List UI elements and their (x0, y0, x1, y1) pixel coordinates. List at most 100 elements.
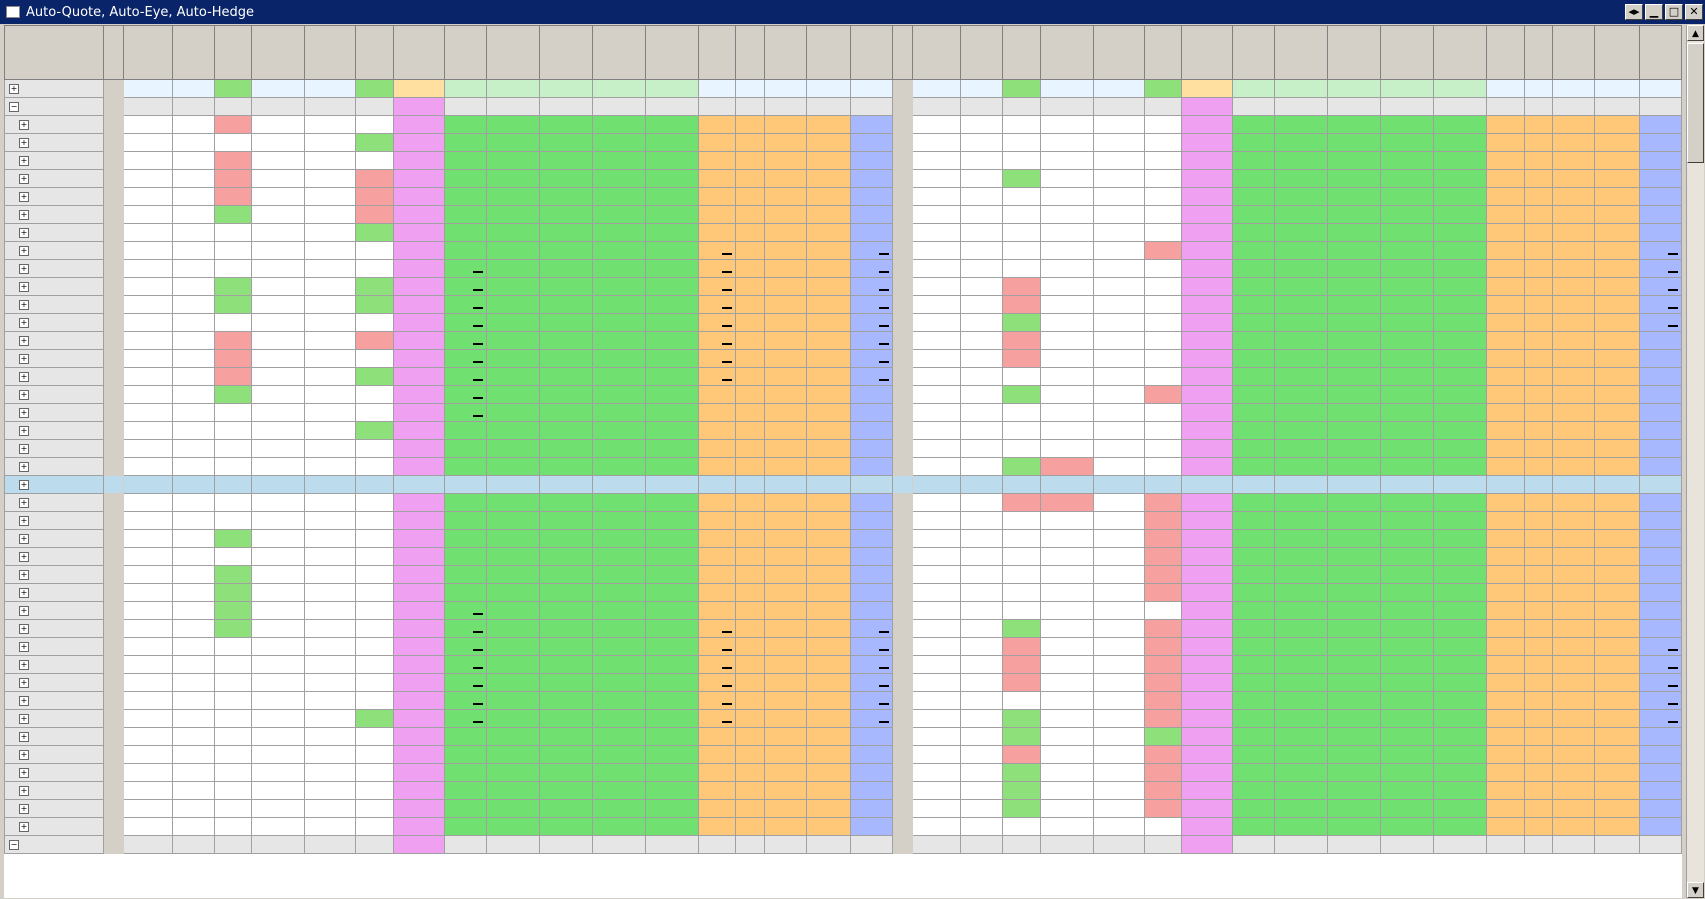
call-cell-12-flag[interactable] (722, 684, 733, 687)
put-cell-9[interactable] (1327, 817, 1382, 836)
call-cell-7-flag[interactable] (472, 360, 483, 363)
call-cell-16-flag[interactable] (879, 270, 890, 273)
put-cell-4[interactable] (1093, 601, 1145, 620)
call-cell-3[interactable] (251, 151, 306, 170)
put-cell-6[interactable] (1181, 151, 1234, 170)
call-cell-2[interactable] (213, 187, 253, 206)
call-cell-1[interactable] (171, 709, 215, 728)
call-cell-16[interactable] (850, 331, 894, 350)
call-cell-1[interactable] (171, 367, 215, 386)
call-cell-5[interactable] (355, 223, 394, 242)
put-cell-15[interactable] (1594, 439, 1640, 458)
put-cell-10[interactable] (1380, 349, 1435, 368)
call-cell-0[interactable] (123, 781, 173, 800)
call-cell-3[interactable] (251, 259, 306, 278)
put-cell-15[interactable] (1594, 511, 1640, 530)
put-cell-12[interactable] (1486, 529, 1525, 548)
call-cell-15[interactable] (805, 133, 852, 152)
call-cell-16[interactable] (850, 241, 894, 260)
call-cell-8[interactable] (485, 601, 540, 620)
call-cell-7[interactable] (443, 781, 487, 800)
call-cell-4[interactable] (304, 223, 357, 242)
call-cell-16[interactable] (850, 79, 894, 98)
call-cell-5[interactable] (355, 655, 394, 674)
table-row[interactable]: + (4, 799, 1682, 818)
call-cell-10[interactable] (591, 403, 646, 422)
call-cell-5[interactable] (355, 745, 394, 764)
call-cell-2[interactable] (213, 565, 253, 584)
put-cell-8[interactable] (1274, 169, 1329, 188)
call-cell-1[interactable] (171, 619, 215, 638)
call-cell-12[interactable] (697, 763, 737, 782)
call-cell-6[interactable] (392, 817, 445, 836)
call-cell-12[interactable] (697, 475, 737, 494)
call-cell-7[interactable] (443, 691, 487, 710)
put-cell-16[interactable] (1638, 727, 1682, 746)
put-cell-10[interactable] (1380, 583, 1435, 602)
call-cell-8[interactable] (485, 421, 540, 440)
put-cell-5[interactable] (1143, 691, 1183, 710)
call-cell-2[interactable] (213, 205, 253, 224)
put-cell-16[interactable] (1638, 565, 1682, 584)
call-cell-7[interactable] (443, 439, 487, 458)
call-cell-14[interactable] (763, 169, 807, 188)
call-cell-15[interactable] (805, 817, 852, 836)
call-cell-12[interactable] (697, 421, 737, 440)
put-cell-3[interactable] (1039, 223, 1095, 242)
call-cell-6[interactable] (392, 241, 445, 260)
call-cell-15[interactable] (805, 457, 852, 476)
put-cell-4[interactable] (1093, 223, 1145, 242)
put-cell-13[interactable] (1523, 547, 1554, 566)
put-cell-3[interactable] (1039, 475, 1095, 494)
put-cell-2[interactable] (1002, 547, 1041, 566)
call-cell-2[interactable] (213, 673, 253, 692)
call-cell-1[interactable] (171, 511, 215, 530)
put-cell-12[interactable] (1486, 151, 1525, 170)
call-cell-2[interactable] (213, 709, 253, 728)
call-cell-4[interactable] (304, 511, 357, 530)
call-cell-1[interactable] (171, 205, 215, 224)
put-cell-15[interactable] (1594, 619, 1640, 638)
call-cell-9[interactable] (538, 385, 593, 404)
call-cell-5[interactable] (355, 583, 394, 602)
strike-cell[interactable]: + (4, 547, 105, 566)
put-cell-1[interactable] (960, 601, 1004, 620)
put-cell-6[interactable] (1181, 403, 1234, 422)
call-cell-9[interactable] (538, 817, 593, 836)
call-cell-2[interactable] (213, 727, 253, 746)
put-cell-3[interactable] (1039, 205, 1095, 224)
put-cell-9[interactable] (1327, 115, 1382, 134)
put-cell-14[interactable] (1552, 583, 1596, 602)
call-cell-12[interactable] (697, 601, 737, 620)
put-cell-7[interactable] (1232, 583, 1276, 602)
put-cell-3[interactable] (1039, 259, 1095, 278)
call-cell-8[interactable] (485, 367, 540, 386)
put-cell-12[interactable] (1486, 223, 1525, 242)
call-cell-0[interactable] (123, 619, 173, 638)
call-cell-3[interactable] (251, 385, 306, 404)
table-row[interactable]: + (4, 601, 1682, 620)
call-cell-7[interactable] (443, 205, 487, 224)
put-cell-8[interactable] (1274, 547, 1329, 566)
put-cell-0[interactable] (911, 547, 962, 566)
call-cell-15[interactable] (805, 79, 852, 98)
put-cell-14[interactable] (1552, 205, 1596, 224)
put-cell-0[interactable] (911, 313, 962, 332)
call-cell-4[interactable] (304, 457, 357, 476)
call-cell-8[interactable] (485, 79, 540, 98)
call-cell-3[interactable] (251, 763, 306, 782)
call-cell-10[interactable] (591, 205, 646, 224)
call-cell-14[interactable] (763, 295, 807, 314)
put-cell-2[interactable] (1002, 709, 1041, 728)
call-cell-4[interactable] (304, 241, 357, 260)
call-cell-13[interactable] (735, 259, 765, 278)
call-cell-5[interactable] (355, 349, 394, 368)
call-cell-9[interactable] (538, 187, 593, 206)
put-cell-15[interactable] (1594, 637, 1640, 656)
put-cell-7[interactable] (1232, 547, 1276, 566)
put-cell-7[interactable] (1232, 187, 1276, 206)
call-cell-14[interactable] (763, 511, 807, 530)
put-cell-15[interactable] (1594, 493, 1640, 512)
call-cell-7[interactable] (443, 259, 487, 278)
call-cell-8[interactable] (485, 529, 540, 548)
